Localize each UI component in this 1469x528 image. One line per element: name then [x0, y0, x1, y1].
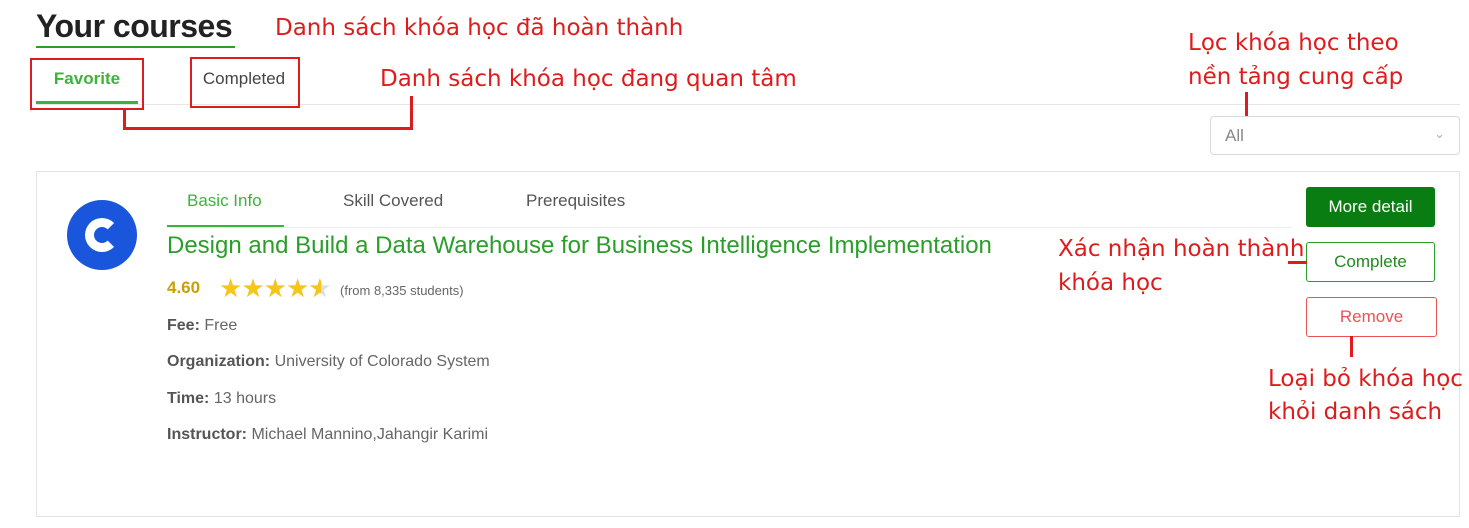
- organization-value: University of Colorado System: [274, 353, 490, 370]
- annotation-connector: [410, 96, 413, 130]
- filter-selected-value: All: [1225, 126, 1244, 145]
- annotation-connector: [1350, 336, 1353, 357]
- tab-basic-info[interactable]: Basic Info: [187, 188, 262, 226]
- complete-button[interactable]: Complete: [1306, 242, 1435, 282]
- time-label: Time:: [167, 390, 210, 407]
- rating-count: (from 8,335 students): [340, 283, 464, 298]
- annotation-favorite-list: Danh sách khóa học đang quan tâm: [380, 66, 797, 92]
- half-star-icon: ★ ★: [308, 273, 331, 303]
- annotation-filter-line2: nền tảng cung cấp: [1188, 64, 1404, 90]
- annotation-box-favorite: [30, 58, 144, 110]
- star-icon: ★: [285, 273, 309, 303]
- fee-value: Free: [204, 317, 238, 334]
- annotation-remove-line2: khỏi danh sách: [1268, 399, 1443, 425]
- star-icon: ★: [241, 273, 264, 303]
- annotation-completed-list: Danh sách khóa học đã hoàn thành: [275, 15, 684, 41]
- organization-label: Organization:: [167, 353, 271, 370]
- annotation-filter-line1: Lọc khóa học theo: [1188, 30, 1399, 56]
- tab-prerequisites[interactable]: Prerequisites: [526, 188, 625, 226]
- annotation-confirm-line2: khóa học: [1058, 270, 1163, 296]
- instructor-row: Instructor: Michael Mannino,Jahangir Kar…: [167, 426, 488, 444]
- annotation-confirm-line1: Xác nhận hoàn thành: [1058, 236, 1305, 262]
- rating-value: 4.60: [167, 278, 201, 297]
- time-value: 13 hours: [213, 390, 277, 407]
- tab-skill-covered[interactable]: Skill Covered: [343, 188, 443, 226]
- star-icon: ★: [263, 273, 287, 303]
- page-title: Your courses: [36, 8, 233, 44]
- more-detail-button[interactable]: More detail: [1306, 187, 1435, 227]
- annotation-box-completed: [190, 57, 300, 108]
- annotation-connector: [123, 127, 413, 130]
- logo-c-shape: [85, 218, 119, 252]
- annotation-remove-line1: Loại bỏ khóa học: [1268, 366, 1463, 392]
- star-icon: ★: [219, 273, 242, 303]
- instructor-label: Instructor:: [167, 426, 247, 443]
- organization-row: Organization: University of Colorado Sys…: [167, 353, 490, 371]
- instructor-value: Michael Mannino,Jahangir Karimi: [251, 426, 489, 443]
- coursera-logo: [67, 200, 137, 270]
- inner-tabs-divider: [167, 227, 1292, 228]
- platform-filter-select[interactable]: All ⌄: [1210, 116, 1460, 155]
- remove-button[interactable]: Remove: [1306, 297, 1437, 337]
- fee-label: Fee:: [167, 317, 200, 334]
- course-title[interactable]: Design and Build a Data Warehouse for Bu…: [167, 232, 992, 260]
- time-row: Time: 13 hours: [167, 390, 276, 408]
- annotation-connector: [1245, 92, 1248, 118]
- annotation-connector: [1288, 261, 1307, 264]
- chevron-down-icon: ⌄: [1434, 126, 1445, 141]
- rating-stars: ★★★★★ ★: [219, 273, 332, 304]
- title-underline: [36, 46, 235, 48]
- fee-row: Fee: Free: [167, 317, 237, 335]
